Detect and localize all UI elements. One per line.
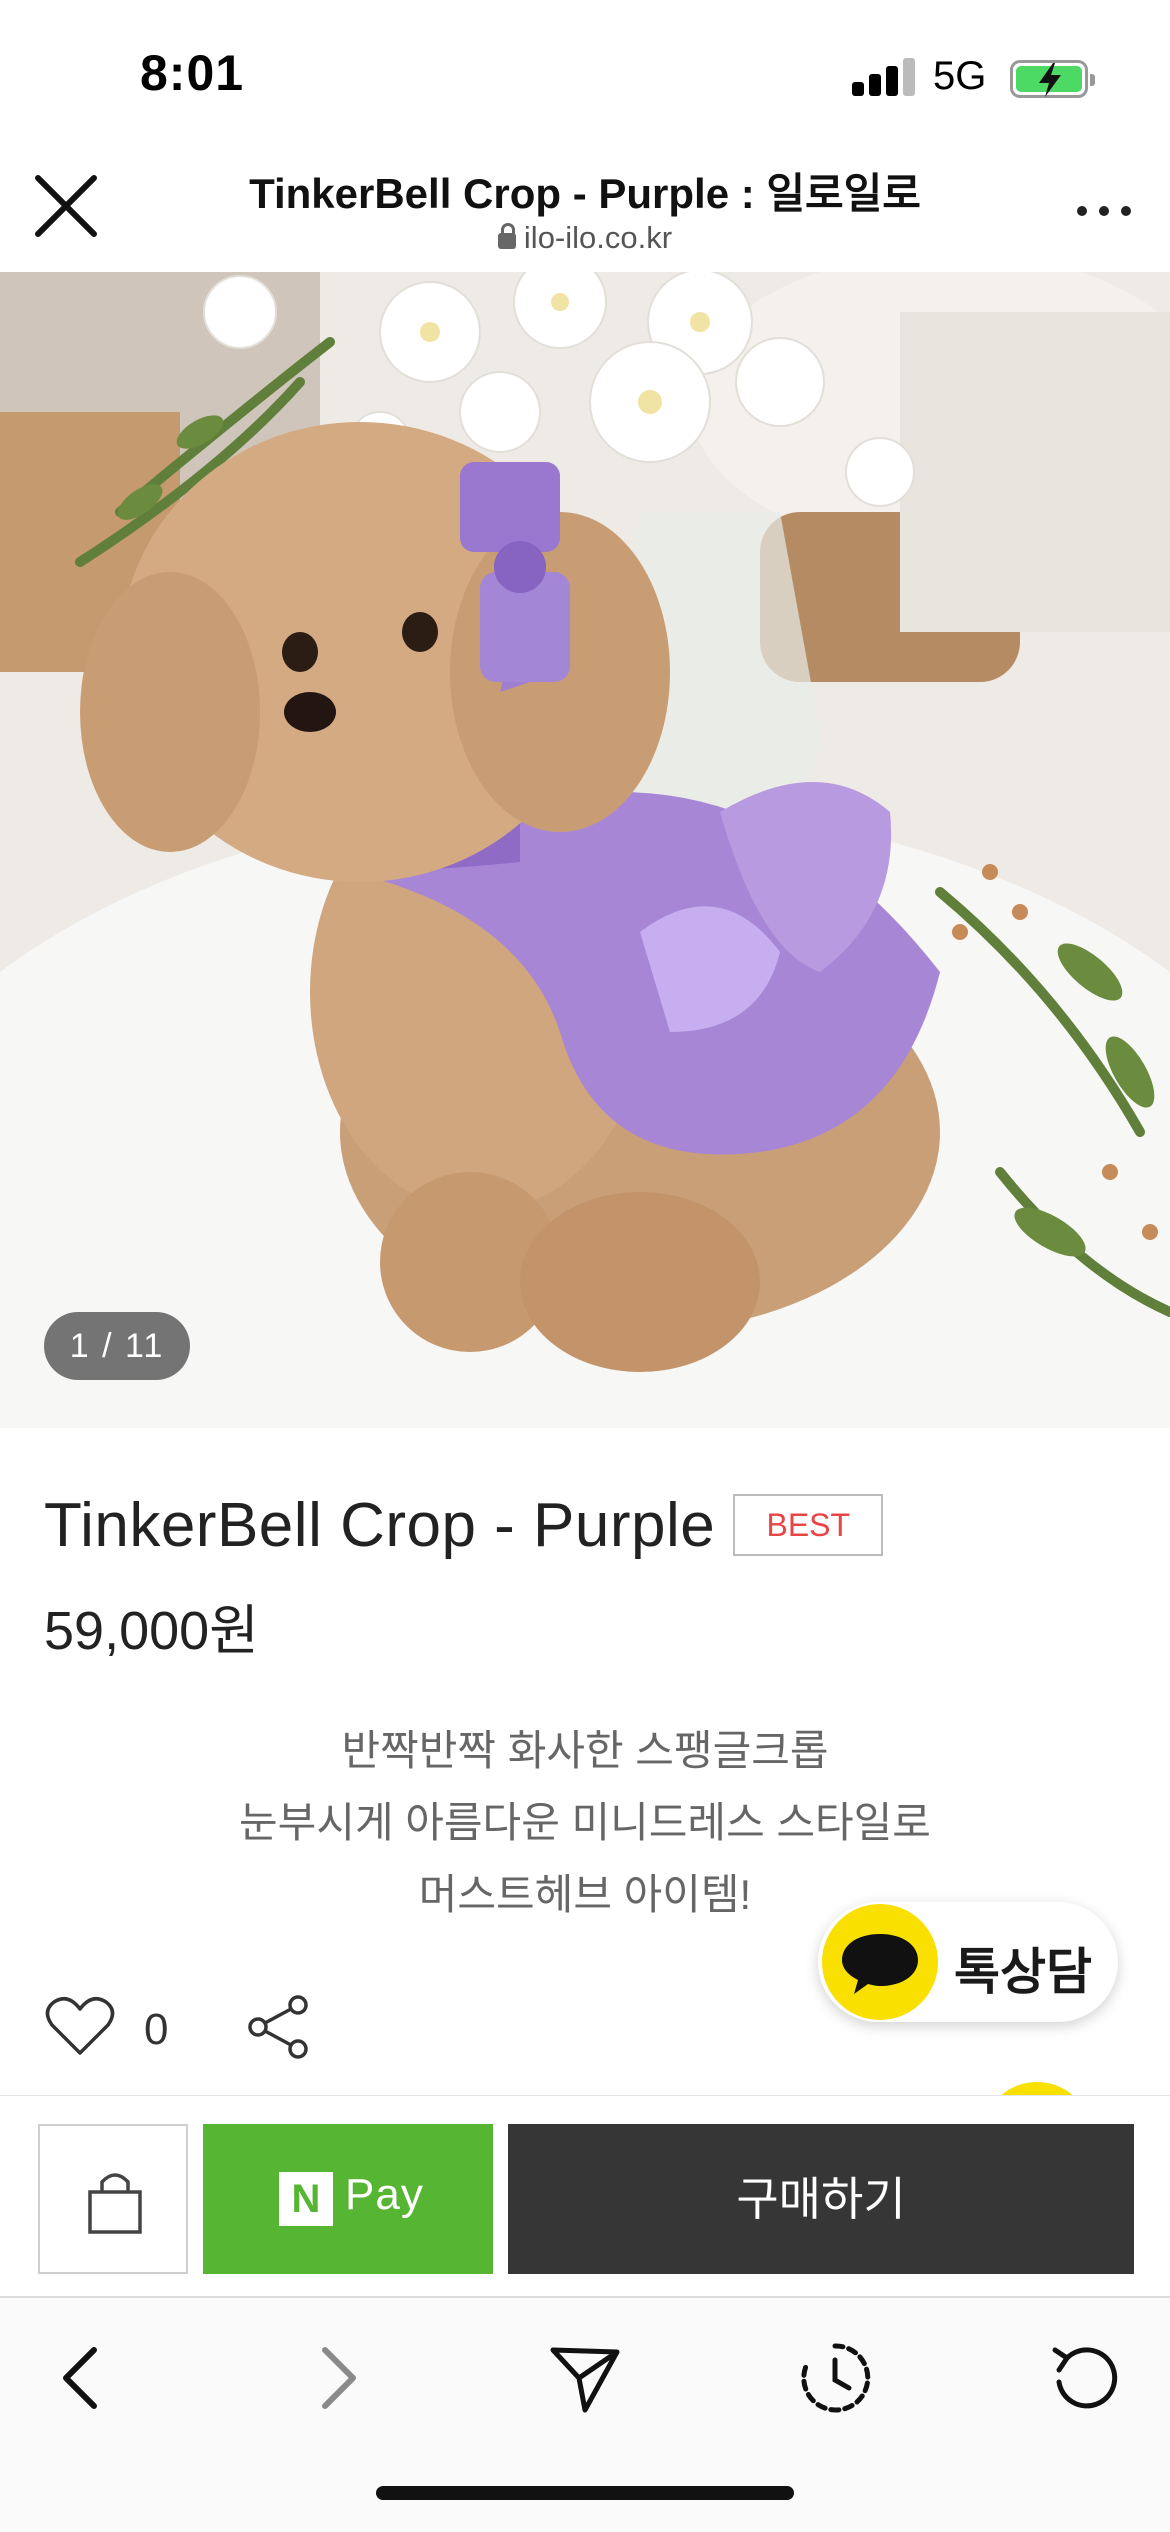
chat-bubble-icon: [822, 1904, 938, 2020]
best-badge: BEST: [733, 1494, 884, 1556]
heart-icon[interactable]: [44, 1995, 116, 2059]
naver-n-logo: N: [279, 2172, 333, 2226]
shopping-bag-icon: [88, 2173, 142, 2234]
talk-consult-label: 톡상담: [954, 1944, 1092, 2000]
network-label: 5G: [933, 54, 987, 98]
battery-icon: [1010, 60, 1095, 98]
reload-icon[interactable]: [1045, 2338, 1125, 2418]
product-price: 59,000원: [44, 1601, 259, 1661]
product-image[interactable]: 1 / 11: [0, 272, 1170, 1428]
description-line: 눈부시게 아름다운 미니드레스 스타일로: [239, 1799, 931, 1846]
forward-icon[interactable]: [295, 2338, 375, 2418]
domain-text: ilo-ilo.co.kr: [523, 220, 673, 255]
like-count: 0: [144, 2005, 169, 2054]
close-icon[interactable]: [30, 170, 102, 242]
lock-icon: [497, 223, 516, 249]
page-domain: ilo-ilo.co.kr: [180, 220, 990, 256]
image-counter: 1 / 11: [44, 1312, 190, 1380]
page-title: TinkerBell Crop - Purple : 일로일로: [249, 170, 921, 217]
back-icon[interactable]: [44, 2338, 124, 2418]
talk-consult-button[interactable]: 톡상담: [818, 1902, 1118, 2022]
naver-pay-button[interactable]: N Pay: [203, 2124, 493, 2274]
more-dots-icon[interactable]: [1075, 202, 1135, 222]
status-time: 8:01: [140, 45, 245, 101]
signal-icon: [852, 56, 916, 96]
cart-button[interactable]: [38, 2124, 188, 2274]
status-bar: 8:01 5G: [0, 0, 1170, 150]
product-title: TinkerBell Crop - Purple: [44, 1490, 716, 1560]
naver-pay-label: Pay: [345, 2170, 424, 2219]
share-icon[interactable]: [244, 1995, 314, 2059]
home-indicator: [376, 2486, 794, 2500]
history-icon[interactable]: [795, 2338, 875, 2418]
product-description: 반짝반짝 화사한 스팽글크롭 눈부시게 아름다운 미니드레스 스타일로 머스트헤…: [0, 1715, 1170, 1931]
description-line: 반짝반짝 화사한 스팽글크롭: [341, 1727, 829, 1774]
purchase-bar: N Pay 구매하기: [0, 2095, 1170, 2295]
buy-button[interactable]: 구매하기: [508, 2124, 1134, 2274]
product-title-row: TinkerBell Crop - Purple BEST: [44, 1490, 884, 1560]
send-icon[interactable]: [545, 2338, 625, 2418]
browser-header: TinkerBell Crop - Purple : 일로일로 ilo-ilo.…: [0, 150, 1170, 272]
